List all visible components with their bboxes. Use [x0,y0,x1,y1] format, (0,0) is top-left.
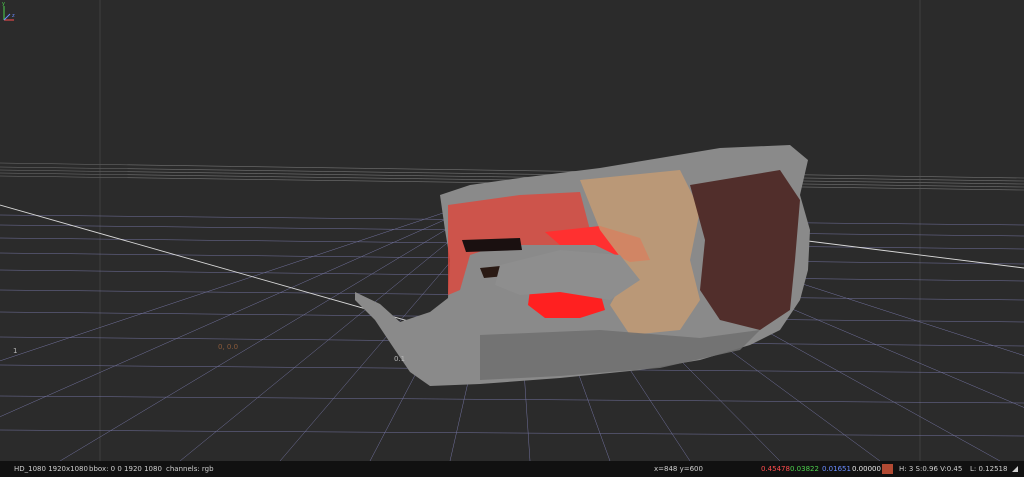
expand-corner-icon[interactable] [1011,465,1019,473]
blue-value: 0.01651 [822,465,851,473]
bbox-text: bbox: 0 0 1920 1080 [89,465,162,473]
status-bar: HD_1080 1920x1080 bbox: 0 0 1920 1080 ch… [0,461,1024,477]
alpha-value: 0.00000 [852,465,881,473]
origin-label: 1 [13,347,18,355]
object-label: 0.1 [394,355,406,363]
axis-gizmo-icon: y z [2,1,15,21]
cursor-coords: x=848 y=600 [654,465,703,473]
luminance-text: L: 0.12518 [970,465,1008,473]
hsv-text: H: 3 S:0.96 V:0.45 [899,465,963,473]
format-text: HD_1080 1920x1080 [14,465,88,473]
viewport-scene [0,0,1024,461]
point-cloud-mesh [355,145,810,386]
red-value: 0.45478 [761,465,790,473]
channels-text: channels: rgb [166,465,214,473]
svg-text:z: z [12,13,15,19]
marker-label: 0, 0.0 [218,343,239,351]
color-swatch [882,464,893,474]
3d-viewport[interactable]: 1 0.1 0, 0.0 y z [0,0,1024,461]
svg-text:y: y [2,1,5,7]
green-value: 0.03822 [790,465,819,473]
